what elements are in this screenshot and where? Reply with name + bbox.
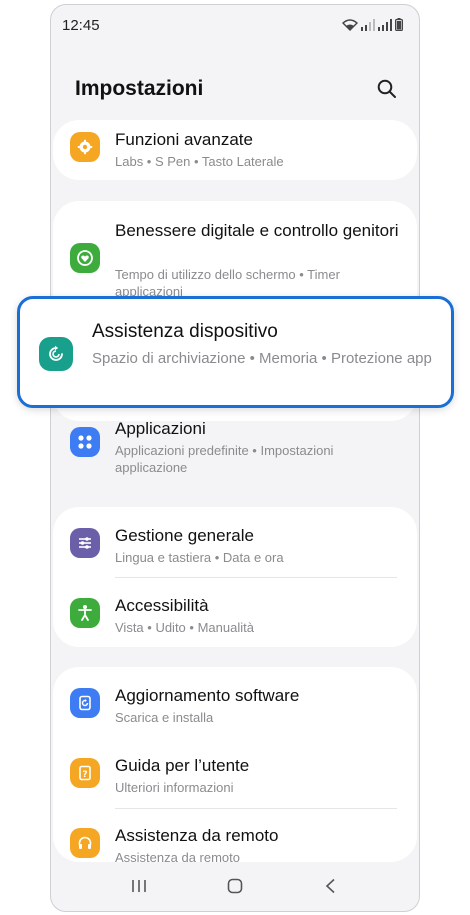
menu-item-digital-wellbeing[interactable]: Benessere digitale e controllo genitori …: [53, 201, 417, 301]
menu-item-remote-support[interactable]: Assistenza da remoto Assistenza da remot…: [53, 808, 417, 868]
battery-icon: [395, 18, 403, 31]
recents-icon[interactable]: [130, 878, 148, 894]
menu-item-device-care[interactable]: Assistenza dispositivo Spazio di archivi…: [17, 296, 454, 408]
card-general: Gestione generale Lingua e tastiera • Da…: [53, 507, 417, 647]
menu-item-title: Aggiornamento software: [115, 686, 300, 705]
menu-item-title: Benessere digitale e controllo genitori: [115, 221, 399, 240]
software-update-icon: [70, 688, 100, 718]
search-icon: [377, 79, 396, 98]
back-icon[interactable]: [322, 878, 340, 894]
menu-item-user-guide[interactable]: ? Guida per l’utente Ulteriori informazi…: [53, 737, 417, 807]
menu-item-title: Assistenza dispositivo: [92, 321, 278, 342]
menu-item-title: Accessibilità: [115, 596, 209, 615]
menu-item-accessibility[interactable]: Accessibilità Vista • Udito • Manualità: [53, 577, 417, 647]
device-care-icon: [39, 337, 73, 371]
menu-item-software-update[interactable]: Aggiornamento software Scarica e install…: [53, 667, 417, 737]
menu-item-general-management[interactable]: Gestione generale Lingua e tastiera • Da…: [53, 507, 417, 577]
sliders-icon: [70, 528, 100, 558]
gear-plus-icon: [70, 132, 100, 162]
signal-weak-icon: [361, 19, 375, 31]
wellbeing-icon: [70, 243, 100, 273]
accessibility-icon: [70, 598, 100, 628]
home-icon[interactable]: [226, 878, 244, 894]
menu-item-subtitle: Scarica e installa: [115, 710, 214, 725]
menu-item-title: Assistenza da remoto: [115, 826, 279, 845]
search-button[interactable]: [373, 75, 401, 103]
signal-icon: [378, 19, 392, 31]
menu-item-title: Gestione generale: [115, 526, 254, 545]
page-title: Impostazioni: [75, 77, 204, 100]
menu-item-title: Applicazioni: [115, 419, 206, 438]
menu-item-subtitle: Spazio di archiviazione • Memoria • Prot…: [92, 350, 432, 367]
menu-item-subtitle: Labs • S Pen • Tasto Laterale: [115, 154, 284, 169]
menu-item-apps[interactable]: Applicazioni Applicazioni predefinite • …: [53, 411, 417, 486]
menu-item-subtitle: Tempo di utilizzo dello schermo • Timer …: [115, 267, 340, 299]
menu-item-subtitle: Ulteriori informazioni: [115, 780, 234, 795]
status-icons: [342, 18, 403, 31]
status-time: 12:45: [62, 17, 100, 34]
apps-grid-icon: [70, 427, 100, 457]
svg-text:?: ?: [82, 770, 87, 780]
menu-item-subtitle: Vista • Udito • Manualità: [115, 620, 254, 635]
card-support: Aggiornamento software Scarica e install…: [53, 667, 417, 865]
menu-item-advanced-features[interactable]: Funzioni avanzate Labs • S Pen • Tasto L…: [53, 120, 417, 180]
menu-item-title: Guida per l’utente: [115, 756, 250, 775]
card-advanced: Funzioni avanzate Labs • S Pen • Tasto L…: [53, 120, 417, 180]
menu-item-subtitle: Lingua e tastiera • Data e ora: [115, 550, 284, 565]
phone-frame: 12:45 Impostazioni Funzioni avanzate Lab…: [50, 4, 420, 912]
wifi-icon: [342, 19, 358, 31]
user-guide-icon: ?: [70, 758, 100, 788]
headset-icon: [70, 828, 100, 858]
navigation-bar: [51, 861, 419, 911]
menu-item-subtitle: Applicazioni predefinite • Impostazioni …: [115, 443, 334, 475]
menu-item-title: Funzioni avanzate: [115, 130, 253, 149]
status-bar: 12:45: [51, 5, 419, 45]
